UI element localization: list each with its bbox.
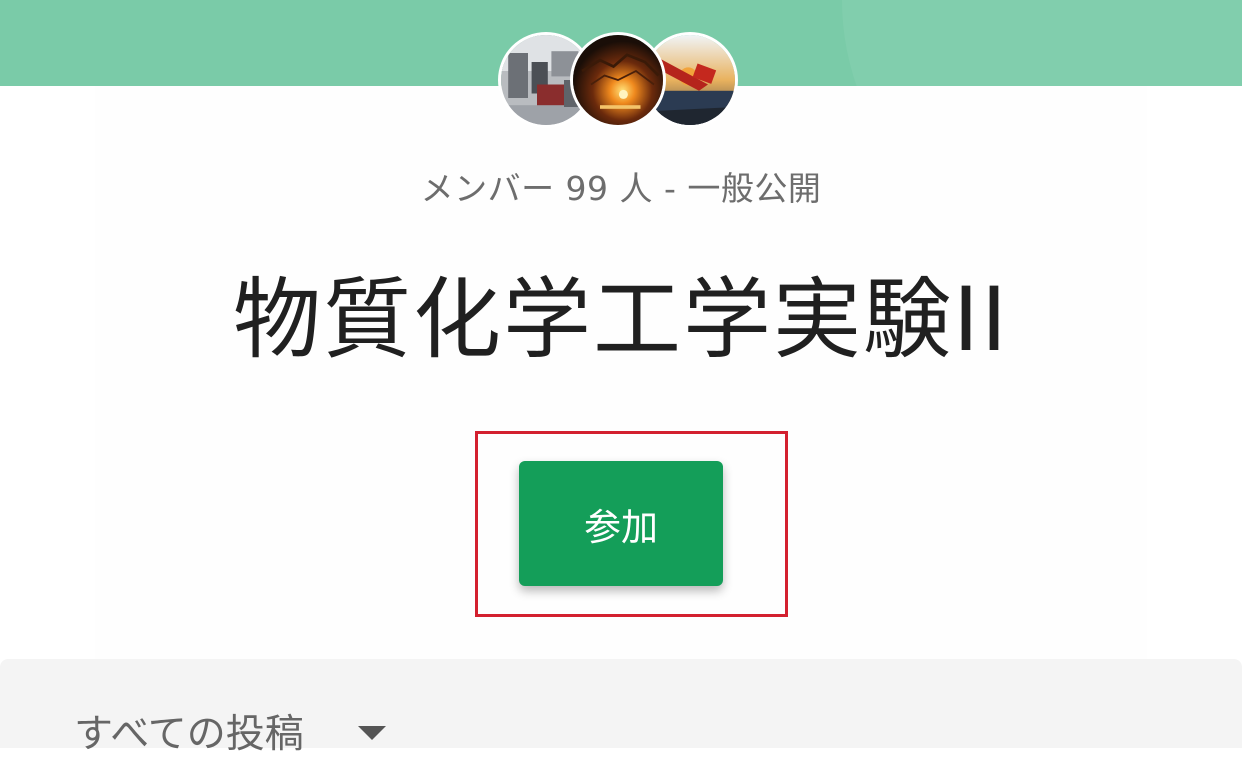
join-button[interactable]: 参加 (519, 461, 723, 586)
posts-bar: すべての投稿 (0, 659, 1242, 757)
join-button-label: 参加 (584, 505, 658, 549)
avatar-image (573, 35, 663, 125)
member-avatars (498, 32, 744, 134)
header-decoration (842, 0, 1242, 86)
group-meta: メンバー 99 人 - 一般公開 (420, 169, 822, 208)
group-title: 物質化学工学実験II (233, 268, 1009, 371)
member-avatar-fire[interactable] (570, 32, 666, 128)
chevron-down-icon (357, 726, 386, 740)
posts-filter-dropdown[interactable]: すべての投稿 (74, 703, 386, 759)
posts-filter-label: すべての投稿 (74, 712, 304, 757)
